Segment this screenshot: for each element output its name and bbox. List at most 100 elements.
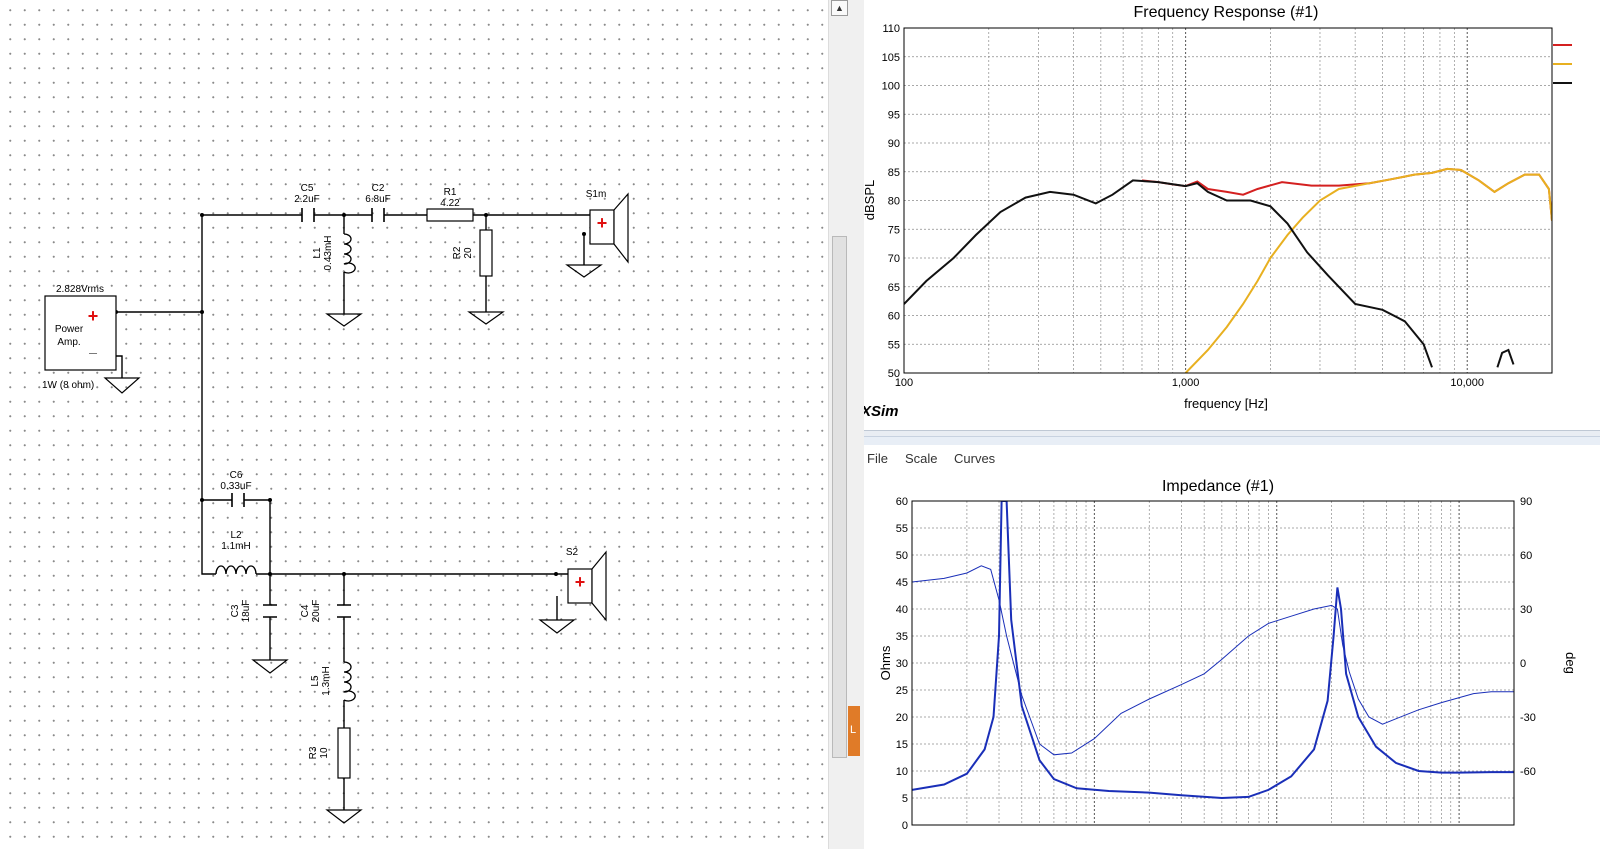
y-tick-label: 40	[896, 604, 908, 616]
l2-value: 1.1mH	[221, 541, 250, 552]
c4-value: 20uF	[311, 600, 322, 623]
c6-value: 0.33uF	[220, 481, 251, 492]
xsim-logo: XSim	[864, 403, 899, 420]
impedance-chart: Impedance (#1) 051015202530354045505560 …	[878, 478, 1578, 832]
speaker-s2[interactable]: + _ S2	[566, 547, 607, 622]
fr-x-ticks: 100 1,000 10,000	[895, 377, 1484, 389]
fr-series	[904, 167, 1552, 373]
imp-title: Impedance (#1)	[1162, 478, 1274, 495]
imp-y2label: deg	[1563, 652, 1578, 674]
series-line-magnitude	[912, 501, 1514, 800]
fr-legend	[1553, 44, 1572, 84]
y-tick-label: 35	[896, 631, 908, 643]
schematic-drawing: 2.828Vrms Power Amp. + _ 1W (8 ohm) C5 2…	[42, 183, 629, 824]
r2-value: 20	[463, 247, 474, 259]
y-tick-label: 90	[888, 138, 900, 150]
x-tick-label: 1,000	[1172, 377, 1200, 389]
amp-voltage-label: 2.828Vrms	[56, 284, 104, 295]
inductor-l5[interactable]: L5 1.3mH	[310, 661, 356, 702]
y-tick-label: 60	[888, 311, 900, 323]
c5-ref: C5	[301, 183, 314, 194]
l5-ref: L5	[310, 675, 321, 687]
impedance-window: File Scale Curves Impedance (#1) 0 5 10 15 2…	[864, 436, 1600, 849]
y2-tick-label: 60	[1520, 550, 1532, 562]
y2-tick-label: -60	[1520, 766, 1536, 778]
scroll-up-arrow-icon[interactable]: ▲	[831, 0, 848, 16]
y-tick-label: 0	[902, 820, 908, 832]
c2-ref: C2	[372, 183, 385, 194]
power-amp[interactable]: 2.828Vrms Power Amp. + _ 1W (8 ohm)	[42, 284, 117, 391]
c2-value: 6.8uF	[365, 194, 391, 205]
y-tick-label: 55	[888, 339, 900, 351]
series-line-red	[1141, 167, 1552, 221]
l2-ref: L2	[230, 530, 242, 541]
s1-minus-icon: _	[597, 231, 606, 246]
y-tick-label: 50	[896, 550, 908, 562]
r2-ref: R2	[452, 246, 463, 259]
resistor-r1[interactable]: R1 4.22	[426, 187, 474, 222]
frequency-response-window: Frequency Response (#1) 50 55 60 65 70 75 80 85…	[864, 0, 1600, 436]
capacitor-c2[interactable]: C2 6.8uF	[365, 183, 391, 222]
orange-taskbar-tab[interactable]: L	[848, 706, 860, 756]
capacitor-c6[interactable]: C6 0.33uF	[220, 470, 252, 507]
amp-name-line2: Amp.	[57, 337, 80, 348]
y2-tick-label: 0	[1520, 658, 1526, 670]
s2-label: S2	[566, 547, 579, 558]
y-tick-label: 45	[896, 577, 908, 589]
amp-name-line1: Power	[55, 324, 84, 335]
inductor-l1[interactable]: L1 0.43mH	[312, 233, 356, 274]
fr-title: Frequency Response (#1)	[1134, 4, 1319, 21]
l5-value: 1.3mH	[321, 666, 332, 695]
x-tick-label: 100	[895, 377, 913, 389]
scroll-thumb[interactable]	[832, 236, 847, 758]
schematic-scrollbar[interactable]: ▲	[828, 0, 849, 849]
c6-ref: C6	[230, 470, 243, 481]
r1-ref: R1	[444, 187, 457, 198]
y-tick-label: 95	[888, 109, 900, 121]
c4-ref: C4	[300, 604, 311, 617]
resistor-r3[interactable]: R3 10	[308, 727, 351, 779]
l1-ref: L1	[312, 247, 323, 259]
inductor-l2[interactable]: L2 1.1mH	[215, 530, 257, 575]
series-line-black	[1496, 348, 1515, 368]
resistor-r2[interactable]: R2 20	[452, 229, 493, 277]
y-tick-label: 10	[896, 766, 908, 778]
s2-minus-icon: _	[575, 590, 584, 605]
r1-value: 4.22	[440, 198, 460, 209]
speaker-s1[interactable]: + _ S1m	[586, 189, 629, 264]
y-tick-label: 75	[888, 224, 900, 236]
y-tick-label: 60	[896, 496, 908, 508]
series-line-phase	[912, 565, 1514, 756]
y-tick-label: 20	[896, 712, 908, 724]
y-tick-label: 100	[882, 81, 900, 93]
y-tick-label: 15	[896, 739, 908, 751]
imp-y2-ticks: -60 -30 0 30 60 90	[1520, 496, 1536, 778]
y-tick-label: 25	[896, 685, 908, 697]
s1-label: S1m	[586, 189, 607, 200]
y2-tick-label: -30	[1520, 712, 1536, 724]
r3-ref: R3	[308, 746, 319, 759]
c3-value: 18uF	[241, 600, 252, 623]
series-line-black	[904, 179, 1433, 368]
fr-ylabel: dBSPL	[864, 180, 877, 220]
c5-value: 2.2uF	[294, 194, 320, 205]
y-tick-label: 55	[896, 523, 908, 535]
capacitor-c5[interactable]: C5 2.2uF	[294, 183, 320, 222]
c3-ref: C3	[230, 604, 241, 617]
y-tick-label: 65	[888, 282, 900, 294]
y-tick-label: 5	[902, 793, 908, 805]
imp-ylabel: Ohms	[878, 645, 893, 680]
schematic-canvas[interactable]: 2.828Vrms Power Amp. + _ 1W (8 ohm) C5 2…	[0, 0, 848, 849]
fr-xlabel: frequency [Hz]	[1184, 396, 1268, 411]
imp-grid	[912, 500, 1514, 826]
y2-tick-label: 90	[1520, 496, 1532, 508]
frequency-response-chart: Frequency Response (#1) 5055606570758085…	[864, 4, 1572, 420]
imp-series	[912, 501, 1514, 800]
orange-tab-label: L	[850, 724, 857, 736]
y-tick-label: 85	[888, 167, 900, 179]
amp-plus-icon: +	[88, 306, 99, 326]
y-tick-label: 70	[888, 253, 900, 265]
y-tick-label: 110	[882, 23, 900, 35]
s2-plus-icon: +	[575, 572, 586, 592]
amp-minus-icon: _	[88, 339, 97, 355]
